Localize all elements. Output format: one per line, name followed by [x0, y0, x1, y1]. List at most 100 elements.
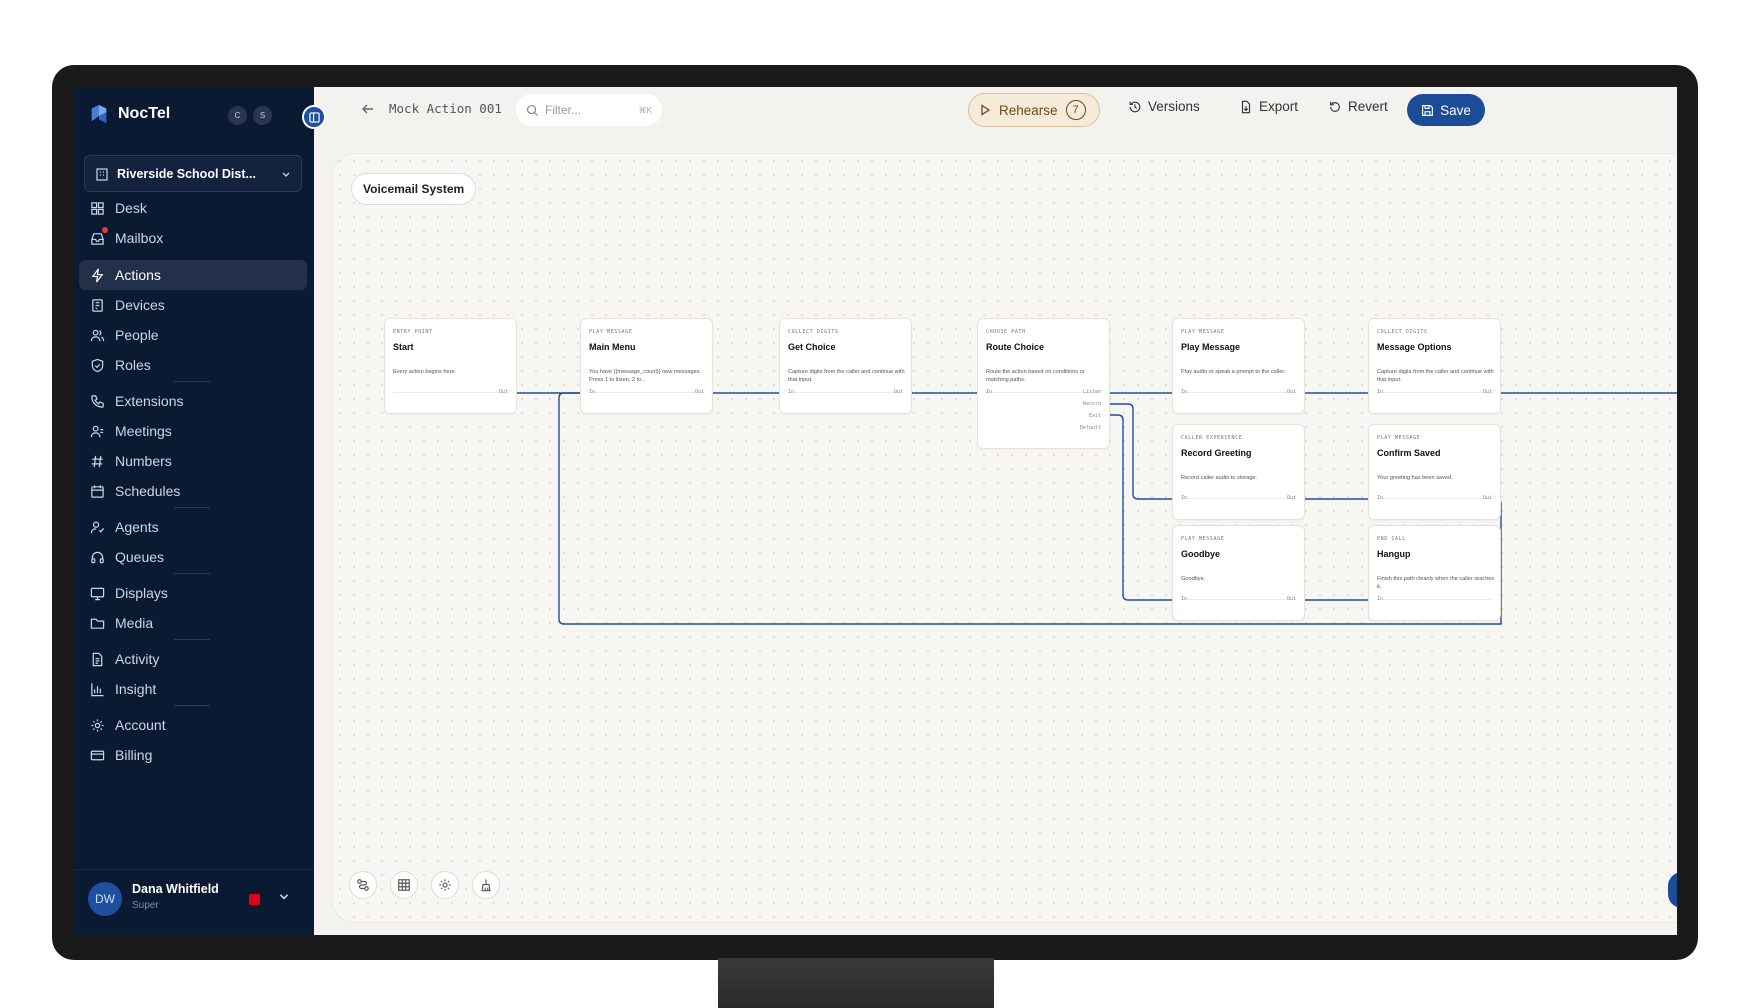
hash-icon — [89, 453, 105, 469]
port-in[interactable]: In — [788, 389, 794, 395]
port-out[interactable]: Out — [499, 389, 508, 395]
sidebar-item-meetings[interactable]: Meetings — [79, 416, 307, 446]
flow-node-start[interactable]: ENTRY POINT Start Every action begins he… — [384, 318, 517, 414]
sidebar-collapse-button[interactable] — [302, 105, 326, 129]
port-out[interactable]: Out — [1287, 495, 1296, 501]
port-out[interactable]: Out — [1483, 495, 1492, 501]
node-description: You have {{message_count}} new messages.… — [589, 369, 702, 383]
org-selector[interactable]: Riverside School Dist... — [84, 155, 302, 192]
chevron-down-icon[interactable] — [278, 890, 290, 902]
port-in[interactable]: In — [1377, 495, 1383, 501]
mode-badge-c[interactable]: C — [228, 106, 247, 125]
brand[interactable]: NocTel — [88, 103, 170, 125]
port-in[interactable]: In — [1181, 389, 1187, 395]
sidebar-item-actions[interactable]: Actions — [79, 260, 307, 290]
port-in[interactable]: In — [1377, 596, 1383, 602]
sidebar-item-queues[interactable]: Queues — [79, 542, 307, 572]
versions-button[interactable]: Versions — [1128, 99, 1200, 114]
sidebar-item-account[interactable]: Account — [79, 710, 307, 740]
user-name: Dana Whitfield — [132, 882, 219, 896]
node-title: Record Greeting — [1181, 448, 1252, 458]
nav-divider — [174, 507, 210, 508]
sidebar-item-desk[interactable]: Desk — [79, 193, 307, 223]
sidebar-item-mailbox[interactable]: Mailbox — [79, 223, 307, 253]
port-out[interactable]: Out — [1483, 389, 1492, 395]
port-default[interactable]: Default — [1080, 425, 1101, 431]
sidebar-item-devices[interactable]: Devices — [79, 290, 307, 320]
port-out[interactable]: Out — [695, 389, 704, 395]
port-in[interactable]: In — [1181, 495, 1187, 501]
building-icon — [96, 167, 108, 181]
port-in[interactable]: In — [1377, 389, 1383, 395]
flow-node-hangup[interactable]: END CALL Hangup Finish this path cleanly… — [1368, 525, 1501, 621]
port-out[interactable]: Out — [894, 389, 903, 395]
export-button[interactable]: Export — [1239, 99, 1298, 114]
flow-node-message-options[interactable]: COLLECT DIGITS Message Options Capture d… — [1368, 318, 1501, 414]
sidebar-item-schedules[interactable]: Schedules — [79, 476, 307, 506]
sidebar-item-activity[interactable]: Activity — [79, 644, 307, 674]
sidebar-item-billing[interactable]: Billing — [79, 740, 307, 770]
arrow-left-icon — [362, 104, 373, 114]
port-record[interactable]: Record — [1083, 401, 1101, 407]
sidebar-item-label: Mailbox — [115, 230, 164, 246]
rehearse-button[interactable]: Rehearse 7 — [968, 93, 1100, 127]
port-listen[interactable]: Listen — [1083, 389, 1101, 395]
sidebar-item-numbers[interactable]: Numbers — [79, 446, 307, 476]
node-title: Goodbye — [1181, 549, 1221, 559]
node-divider — [788, 392, 903, 393]
sidebar-item-label: Activity — [115, 651, 160, 667]
user-menu[interactable]: DW Dana Whitfield Super — [74, 869, 314, 935]
flow-node-record-greeting[interactable]: CALLER EXPERIENCE Record Greeting Record… — [1172, 424, 1305, 520]
port-in[interactable]: In — [589, 389, 595, 395]
node-title: Main Menu — [589, 342, 636, 352]
sidebar-item-insight[interactable]: Insight — [79, 674, 307, 704]
revert-button[interactable]: Revert — [1328, 99, 1388, 114]
filter-input[interactable]: Filter... ⌘K — [516, 94, 662, 126]
versions-label: Versions — [1148, 99, 1200, 114]
org-name: Riverside School Dist... — [117, 166, 256, 181]
port-in[interactable]: In — [986, 389, 992, 395]
port-in[interactable]: In — [1181, 596, 1187, 602]
monitor-icon — [89, 585, 105, 601]
cleanup-button[interactable] — [472, 871, 500, 899]
sidebar-item-label: Devices — [115, 297, 165, 313]
back-button[interactable] — [358, 99, 378, 119]
flow-node-confirm-saved[interactable]: PLAY MESSAGE Confirm Saved Your greeting… — [1368, 424, 1501, 520]
people-icon — [89, 327, 105, 343]
flow-node-main-menu[interactable]: PLAY MESSAGE Main Menu You have {{messag… — [580, 318, 713, 414]
node-title: Start — [393, 342, 414, 352]
brand-logo-icon — [91, 104, 107, 124]
save-button[interactable]: Save — [1407, 94, 1485, 126]
sidebar-item-label: Insight — [115, 681, 157, 697]
sidebar-item-displays[interactable]: Displays — [79, 578, 307, 608]
canvas-settings-button[interactable] — [431, 871, 459, 899]
node-kind: PLAY MESSAGE — [1181, 329, 1225, 335]
meetings-icon — [89, 423, 105, 439]
node-kind: PLAY MESSAGE — [1181, 536, 1225, 542]
page-title: Mock Action 001 — [389, 101, 502, 116]
node-divider — [589, 392, 704, 393]
nav-divider — [174, 573, 210, 574]
flow-canvas[interactable]: Voicemail System ENTRY POINT Start Every… — [332, 153, 1677, 923]
sidebar-item-roles[interactable]: Roles — [79, 350, 307, 380]
sidebar-item-extensions[interactable]: Extensions — [79, 386, 307, 416]
port-out[interactable]: Out — [1287, 596, 1296, 602]
flow-node-get-choice[interactable]: COLLECT DIGITS Get Choice Capture digits… — [779, 318, 912, 414]
port-out[interactable]: Out — [1287, 389, 1296, 395]
auto-layout-button[interactable] — [349, 871, 377, 899]
flow-node-goodbye[interactable]: PLAY MESSAGE Goodbye Goodbye. In Out — [1172, 525, 1305, 621]
brand-name: NocTel — [118, 105, 171, 122]
phone-icon — [89, 393, 105, 409]
flow-node-play-message[interactable]: PLAY MESSAGE Play Message Play audio or … — [1172, 318, 1305, 414]
sidebar-item-media[interactable]: Media — [79, 608, 307, 638]
status-indicator — [249, 894, 260, 905]
mode-badge-s[interactable]: S — [253, 106, 272, 125]
grid-toggle-button[interactable] — [390, 871, 418, 899]
bar-chart-icon — [89, 681, 105, 697]
sidebar-item-people[interactable]: People — [79, 320, 307, 350]
flow-node-route-choice[interactable]: CHOOSE PATH Route Choice Route the actio… — [977, 318, 1110, 449]
node-kind: COLLECT DIGITS — [788, 329, 839, 335]
sidebar-item-agents[interactable]: Agents — [79, 512, 307, 542]
export-label: Export — [1259, 99, 1299, 114]
port-exit[interactable]: Exit — [1089, 413, 1101, 419]
